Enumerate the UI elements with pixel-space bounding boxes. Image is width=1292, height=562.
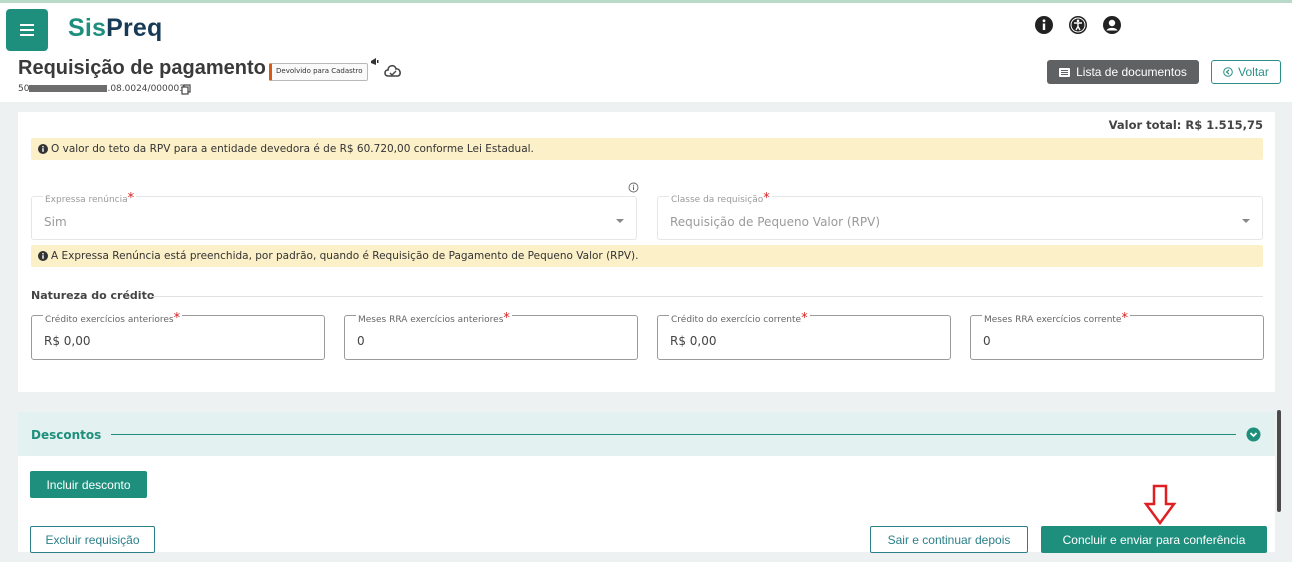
user-icon[interactable] — [1102, 15, 1122, 35]
accessibility-icon[interactable] — [1068, 15, 1088, 35]
info-icon — [38, 144, 48, 154]
meses-rra-anteriores-input[interactable]: Meses RRA exercícios anteriores* 0 — [344, 312, 638, 360]
add-discount-button[interactable]: Incluir desconto — [30, 471, 147, 498]
back-icon — [1223, 67, 1233, 77]
divider — [151, 296, 1263, 297]
credito-corrente-input[interactable]: Crédito do exercício corrente* R$ 0,00 — [657, 312, 951, 360]
list-icon — [1059, 67, 1071, 77]
megaphone-icon — [371, 58, 379, 65]
credito-anteriores-input[interactable]: Crédito exercícios anteriores* R$ 0,00 — [31, 312, 325, 360]
copy-icon[interactable] — [181, 84, 191, 95]
chevron-down-icon[interactable] — [1246, 427, 1261, 442]
page-title: Requisição de pagamento — [18, 57, 266, 79]
requisition-form-card: Valor total: R$ 1.515,75 O valor do teto… — [18, 112, 1275, 392]
descontos-header[interactable]: Descontos — [18, 412, 1275, 456]
status-badge: Devolvido para Cadastro — [269, 63, 368, 81]
menu-button[interactable] — [6, 9, 48, 51]
total-value: Valor total: R$ 1.515,75 — [1108, 118, 1263, 132]
redacted-block — [29, 85, 108, 92]
app-logo[interactable]: SisPreq — [68, 14, 163, 43]
back-button[interactable]: Voltar — [1211, 60, 1281, 84]
submit-button[interactable]: Concluir e enviar para conferência — [1041, 526, 1267, 553]
info-icon — [38, 251, 48, 261]
expressa-renuncia-select[interactable]: Expressa renúncia* Sim — [31, 192, 637, 240]
info-circle-icon[interactable] — [628, 182, 639, 193]
meses-rra-corrente-input[interactable]: Meses RRA exercícios corrente* 0 — [970, 312, 1264, 360]
scrollbar[interactable] — [1277, 410, 1281, 512]
chevron-down-icon — [616, 219, 624, 223]
info-icon[interactable] — [1034, 15, 1054, 35]
arrow-down-icon — [1143, 484, 1177, 526]
delete-requisition-button[interactable]: Excluir requisição — [30, 526, 155, 553]
renuncia-alert: A Expressa Renúncia está preenchida, por… — [31, 245, 1263, 267]
page-header: Requisição de pagamento Devolvido para C… — [0, 52, 1292, 102]
process-number: 50.08.0024/000003 — [18, 84, 185, 94]
save-exit-button[interactable]: Sair e continuar depois — [870, 526, 1028, 553]
cloud-icon[interactable] — [382, 61, 404, 79]
natureza-title: Natureza do crédito — [31, 289, 155, 302]
top-bar: SisPreq — [0, 0, 1292, 52]
descontos-card: Descontos Incluir desconto Excluir requi… — [18, 412, 1275, 553]
documents-list-button[interactable]: Lista de documentos — [1047, 60, 1199, 84]
classe-requisicao-select[interactable]: Classe da requisição* Requisição de Pequ… — [657, 192, 1263, 240]
hamburger-icon — [20, 24, 34, 36]
chevron-down-icon — [1242, 219, 1250, 223]
teto-alert: O valor do teto da RPV para a entidade d… — [31, 138, 1263, 160]
